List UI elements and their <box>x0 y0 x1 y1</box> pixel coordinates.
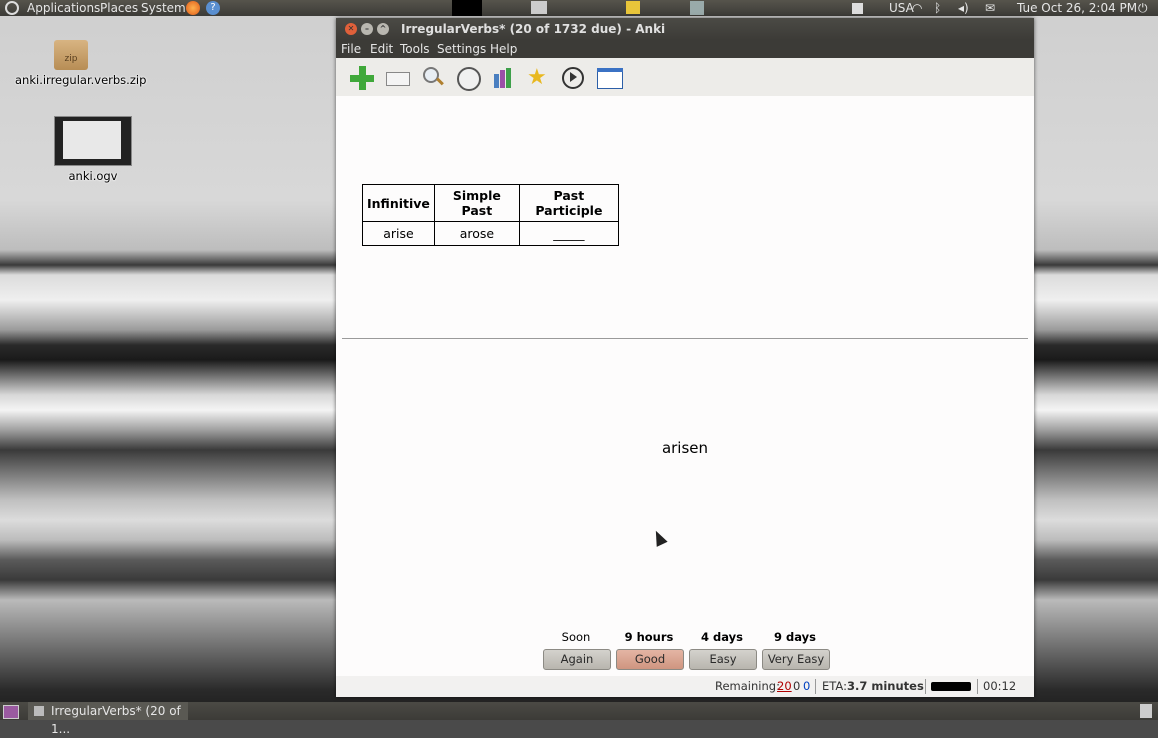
progress-bar <box>931 682 971 691</box>
eta-value: 3.7 minutes <box>847 679 924 693</box>
good-button[interactable]: Good <box>616 649 684 670</box>
remaining-label: Remaining: <box>715 679 780 693</box>
play-icon[interactable] <box>561 66 585 90</box>
remaining-learn-count: 0 <box>803 679 811 693</box>
menu-tools[interactable]: Tools <box>400 40 430 58</box>
remaining-new-count: 20 <box>777 679 792 693</box>
anki-window: ✕ – ^ IrregularVerbs* (20 of 1732 due) -… <box>336 18 1034 697</box>
desktop-icon-video[interactable]: anki.ogv <box>38 116 148 183</box>
bottom-panel: IrregularVerbs* (20 of 1... <box>0 702 1158 736</box>
search-icon[interactable] <box>422 66 446 90</box>
status-separator <box>815 679 816 694</box>
clock[interactable]: Tue Oct 26, 2:04 PM <box>1017 0 1137 16</box>
title-bar[interactable]: ✕ – ^ IrregularVerbs* (20 of 1732 due) -… <box>336 18 1034 40</box>
ubuntu-logo-icon[interactable] <box>5 1 19 15</box>
question-table: Infinitive Simple Past Past Participle a… <box>362 184 619 246</box>
timer-icon[interactable] <box>456 66 481 91</box>
menu-places[interactable]: Places <box>100 0 138 16</box>
remaining-review-count: 0 <box>793 679 801 693</box>
star-icon[interactable]: ★ <box>527 66 551 90</box>
header-simple-past: Simple Past <box>433 184 520 222</box>
window-title: IrregularVerbs* (20 of 1732 due) - Anki <box>401 22 666 36</box>
question-answer-divider <box>342 338 1028 339</box>
desktop-icon-label: anki.irregular.verbs.zip <box>15 73 147 87</box>
mail-icon[interactable]: ✉ <box>985 0 995 16</box>
help-icon[interactable]: ? <box>206 1 220 15</box>
status-bar: Remaining: 20 0 0 ETA: 3.7 minutes 00:12 <box>336 676 1034 697</box>
indicator-icon[interactable] <box>852 3 863 14</box>
menu-applications[interactable]: Applications <box>27 0 100 16</box>
interval-again: Soon <box>561 630 591 644</box>
interval-very-easy: 9 days <box>774 630 816 644</box>
toolbar: ★ <box>336 58 1034 97</box>
menu-file[interactable]: File <box>341 40 361 58</box>
header-infinitive: Infinitive <box>362 184 435 222</box>
cell-simple-past: arose <box>433 221 520 246</box>
cell-infinitive: arise <box>362 221 435 246</box>
again-button[interactable]: Again <box>543 649 611 670</box>
cell-past-participle: _____ <box>518 221 619 246</box>
status-separator <box>925 679 926 694</box>
interval-good: 9 hours <box>624 630 674 644</box>
screen-icon[interactable] <box>531 1 547 14</box>
firefox-icon[interactable] <box>186 1 200 15</box>
header-past-participle: Past Participle <box>518 184 619 222</box>
menu-help[interactable]: Help <box>490 40 517 58</box>
very-easy-button[interactable]: Very Easy <box>762 649 830 670</box>
interval-easy: 4 days <box>701 630 743 644</box>
recorder-icon[interactable] <box>690 1 704 15</box>
menu-system[interactable]: System <box>141 0 186 16</box>
bluetooth-icon[interactable]: ᛒ <box>934 0 941 16</box>
session-timer: 00:12 <box>983 679 1017 693</box>
answer-text: arisen <box>661 439 709 457</box>
top-panel: Applications Places System ? USA ◠ ᛒ ◂) … <box>0 0 1158 16</box>
menu-bar: File Edit Tools Settings Help <box>336 40 1034 58</box>
taskbar-item-label: IrregularVerbs* (20 of 1... <box>51 704 181 736</box>
desktop-icon-zip[interactable]: zip anki.irregular.verbs.zip <box>15 40 147 87</box>
minimize-icon[interactable]: – <box>361 23 373 35</box>
maximize-icon[interactable]: ^ <box>377 23 389 35</box>
eta-label: ETA: <box>822 679 847 693</box>
show-desktop-icon[interactable] <box>3 705 19 719</box>
menu-settings[interactable]: Settings <box>437 40 486 58</box>
anki-app-icon <box>34 706 44 716</box>
mouse-pointer-icon <box>650 528 668 547</box>
keyboard-layout-indicator[interactable]: USA <box>889 0 914 16</box>
applet-icon[interactable] <box>452 0 482 16</box>
video-thumbnail-icon <box>54 116 132 166</box>
taskbar-item-anki[interactable]: IrregularVerbs* (20 of 1... <box>28 702 188 736</box>
notes-icon[interactable] <box>626 1 640 14</box>
easy-button[interactable]: Easy <box>689 649 757 670</box>
close-icon[interactable]: ✕ <box>345 23 357 35</box>
desktop-icon-label: anki.ogv <box>68 169 118 183</box>
volume-icon[interactable]: ◂) <box>958 0 969 16</box>
add-icon[interactable] <box>350 66 374 90</box>
wifi-icon[interactable]: ◠ <box>912 0 922 16</box>
menu-edit[interactable]: Edit <box>370 40 393 58</box>
card-area: Infinitive Simple Past Past Participle a… <box>336 96 1034 676</box>
edit-card-icon[interactable] <box>386 66 410 90</box>
status-separator <box>977 679 978 694</box>
trash-icon[interactable] <box>1140 704 1152 718</box>
list-icon[interactable] <box>597 66 623 90</box>
power-icon[interactable]: ⏻ <box>1138 0 1148 16</box>
stats-icon[interactable] <box>492 66 516 90</box>
zip-archive-icon: zip <box>54 40 88 70</box>
